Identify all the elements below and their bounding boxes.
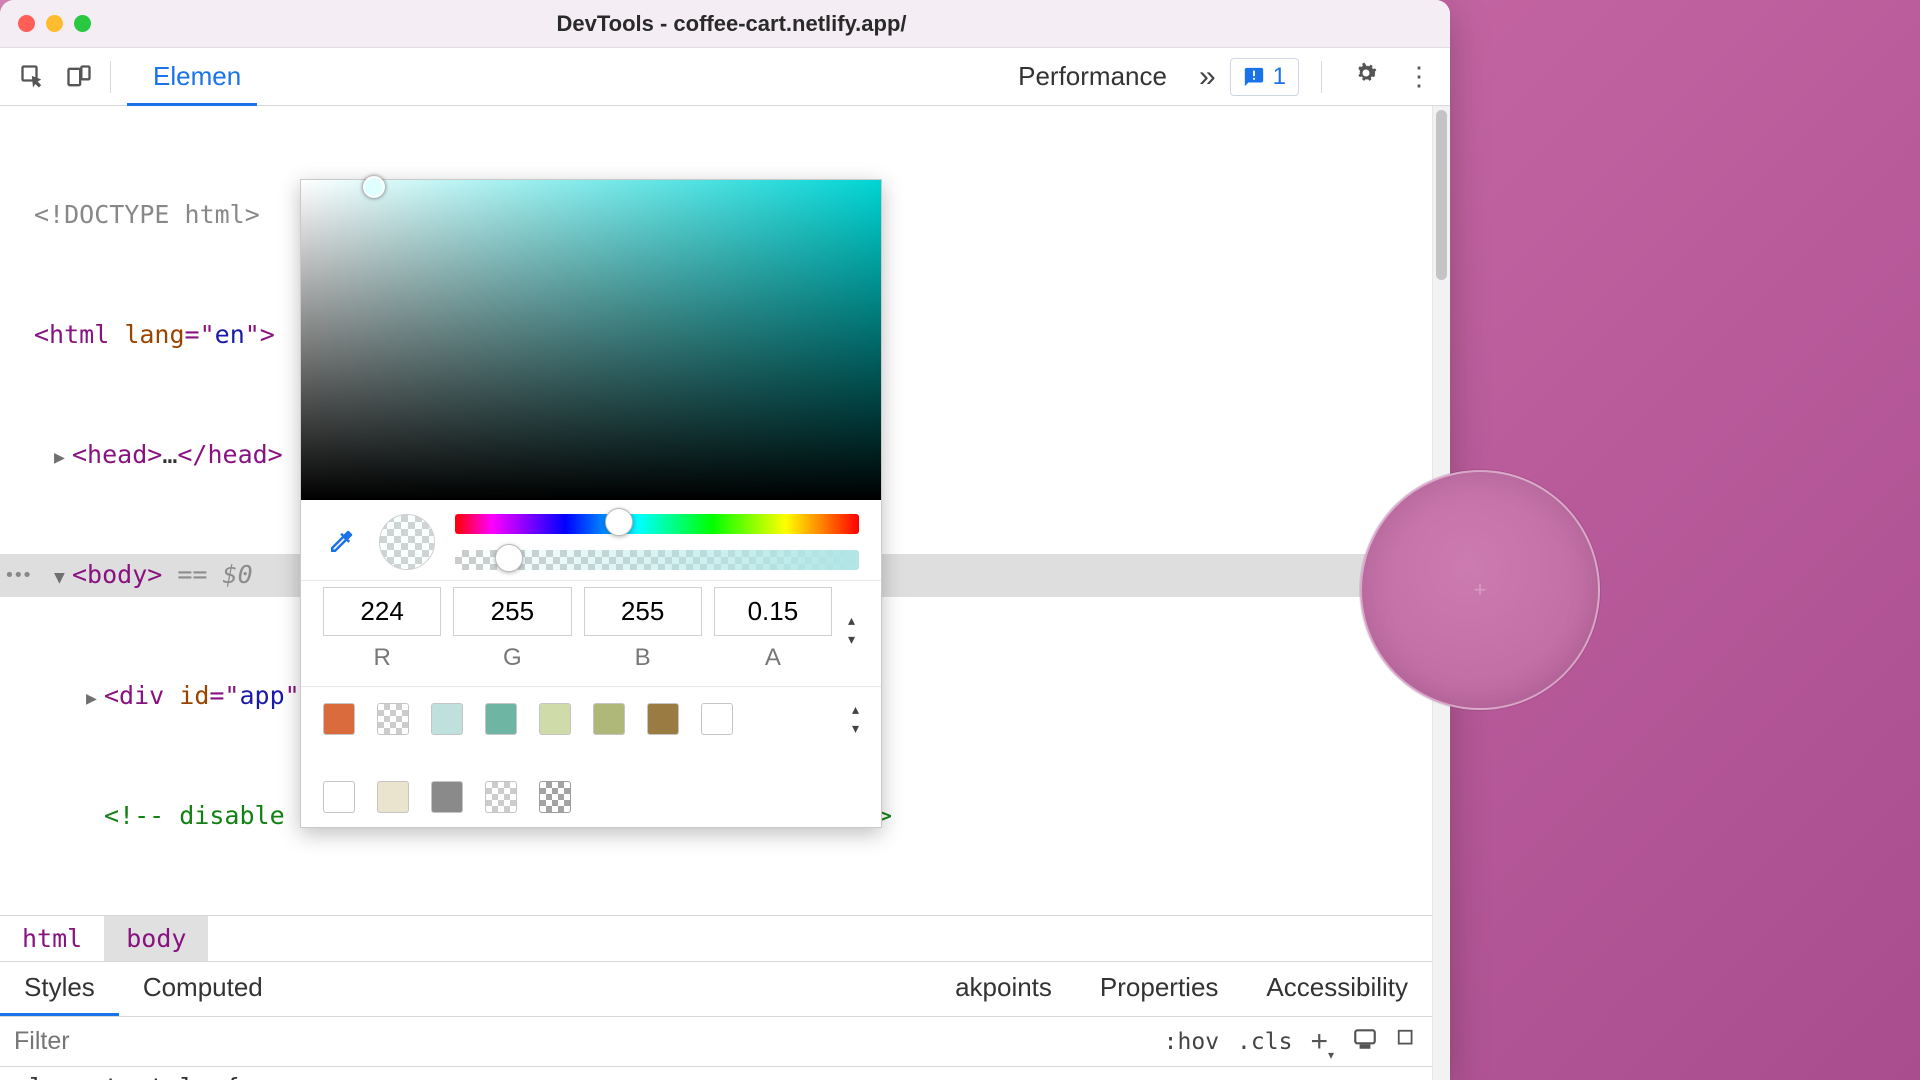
device-mode-icon[interactable] [1352, 1026, 1378, 1058]
saturation-value-panel[interactable] [301, 180, 881, 500]
rule-selector: element.style { [14, 1073, 1418, 1080]
settings-icon[interactable] [1348, 55, 1384, 98]
tab-performance[interactable]: Performance [992, 50, 1193, 106]
swatch[interactable] [539, 703, 571, 735]
dom-comment-close: > [877, 797, 1412, 836]
issues-count: 1 [1273, 63, 1286, 91]
tab-elements[interactable]: Elemen [127, 50, 257, 106]
dom-comment: <!-- disable [104, 797, 285, 836]
toolbar-divider [110, 61, 111, 93]
swatch-set-toggle[interactable]: ▴▾ [852, 701, 859, 737]
expand-icon[interactable]: ▶ [86, 685, 104, 713]
swatch[interactable] [485, 703, 517, 735]
sliders [455, 514, 859, 570]
styles-filter-tools: :hov .cls +▾ [1164, 1025, 1432, 1059]
main-area: <!DOCTYPE html> <html lang="en"> ▶<head>… [0, 106, 1450, 1080]
color-mode-toggle[interactable]: ▴▾ [844, 612, 859, 648]
breadcrumb-html[interactable]: html [0, 916, 104, 961]
eyedropper-icon[interactable] [323, 524, 359, 560]
swatch[interactable] [701, 703, 733, 735]
rule-element-style[interactable]: element.style { } [0, 1067, 1432, 1080]
styles-tab-properties[interactable]: Properties [1076, 962, 1243, 1016]
dom-div-app[interactable]: <div [104, 681, 179, 710]
rgba-inputs: R G B A ▴▾ [301, 581, 881, 686]
dom-body-selected[interactable]: <body> [72, 560, 162, 589]
hov-toggle[interactable]: :hov [1164, 1029, 1219, 1055]
inspect-element-icon[interactable] [14, 58, 52, 96]
new-rule-icon[interactable]: +▾ [1310, 1025, 1334, 1059]
color-picker-popup: R G B A ▴▾ [300, 179, 882, 828]
expand-icon[interactable]: ▶ [54, 444, 72, 472]
toolbar-right: 1 ⋮ [1230, 55, 1436, 98]
swatch[interactable] [431, 703, 463, 735]
styles-tabs: Styles Computed akpoints Properties Acce… [0, 962, 1432, 1017]
label-a: A [714, 644, 832, 672]
devtools-window: DevTools - coffee-cart.netlify.app/ Elem… [0, 0, 1450, 1080]
swatch[interactable] [539, 781, 571, 813]
dom-doctype: <!DOCTYPE html> [34, 200, 260, 229]
rendering-icon[interactable] [1396, 1028, 1418, 1056]
dom-breadcrumb: html body [0, 915, 1432, 962]
color-a-input[interactable] [714, 587, 832, 636]
dom-head[interactable]: <head> [72, 440, 162, 469]
swatch[interactable] [323, 781, 355, 813]
toolbar-divider [1321, 61, 1322, 93]
styles-filter-input[interactable] [0, 1017, 1164, 1066]
swatch[interactable] [593, 703, 625, 735]
issues-badge[interactable]: 1 [1230, 58, 1299, 96]
color-g-input[interactable] [453, 587, 571, 636]
swatch[interactable] [377, 703, 409, 735]
color-b-input[interactable] [584, 587, 702, 636]
sv-handle[interactable] [363, 176, 385, 198]
color-r-input[interactable] [323, 587, 441, 636]
swatch-palette: ▴▾ [301, 686, 881, 827]
content-column: <!DOCTYPE html> <html lang="en"> ▶<head>… [0, 106, 1432, 1080]
window-title: DevTools - coffee-cart.netlify.app/ [31, 11, 1432, 37]
more-tabs-icon[interactable]: » [1193, 60, 1222, 94]
selection-suffix: == $0 [162, 560, 252, 589]
issue-icon [1243, 66, 1265, 88]
label-r: R [323, 644, 441, 672]
styles-tab-styles[interactable]: Styles [0, 962, 119, 1016]
swatch[interactable] [323, 703, 355, 735]
styles-tab-breakpoints-truncated[interactable]: akpoints [955, 962, 1076, 1016]
collapse-icon[interactable]: ▼ [54, 564, 72, 592]
hue-handle[interactable] [605, 508, 633, 536]
hue-slider[interactable] [455, 514, 859, 534]
swatch[interactable] [377, 781, 409, 813]
more-menu-icon[interactable]: ⋮ [1402, 57, 1436, 96]
styles-rules: element.style { } index.8d6c6f18.css:64 … [0, 1067, 1432, 1080]
alpha-handle[interactable] [495, 544, 523, 572]
panel-tabs: Elemen Performance » [127, 49, 1222, 105]
breadcrumb-body[interactable]: body [104, 916, 208, 961]
cls-toggle[interactable]: .cls [1237, 1029, 1292, 1055]
color-preview [379, 514, 435, 570]
swatch[interactable] [431, 781, 463, 813]
styles-filter-row: :hov .cls +▾ [0, 1017, 1432, 1067]
devtools-toolbar: Elemen Performance » 1 ⋮ [0, 48, 1450, 106]
label-b: B [584, 644, 702, 672]
dom-html-open[interactable]: <html [34, 320, 124, 349]
swatch[interactable] [647, 703, 679, 735]
label-g: G [453, 644, 571, 672]
scroll-thumb[interactable] [1436, 110, 1447, 280]
eyedropper-magnifier[interactable] [1360, 470, 1600, 710]
alpha-slider[interactable] [455, 550, 859, 570]
swatch[interactable] [485, 781, 517, 813]
device-toggle-icon[interactable] [60, 58, 98, 96]
picker-controls-row [301, 500, 881, 581]
window-titlebar: DevTools - coffee-cart.netlify.app/ [0, 0, 1450, 48]
styles-tab-accessibility[interactable]: Accessibility [1242, 962, 1432, 1016]
styles-tab-computed[interactable]: Computed [119, 962, 287, 1016]
